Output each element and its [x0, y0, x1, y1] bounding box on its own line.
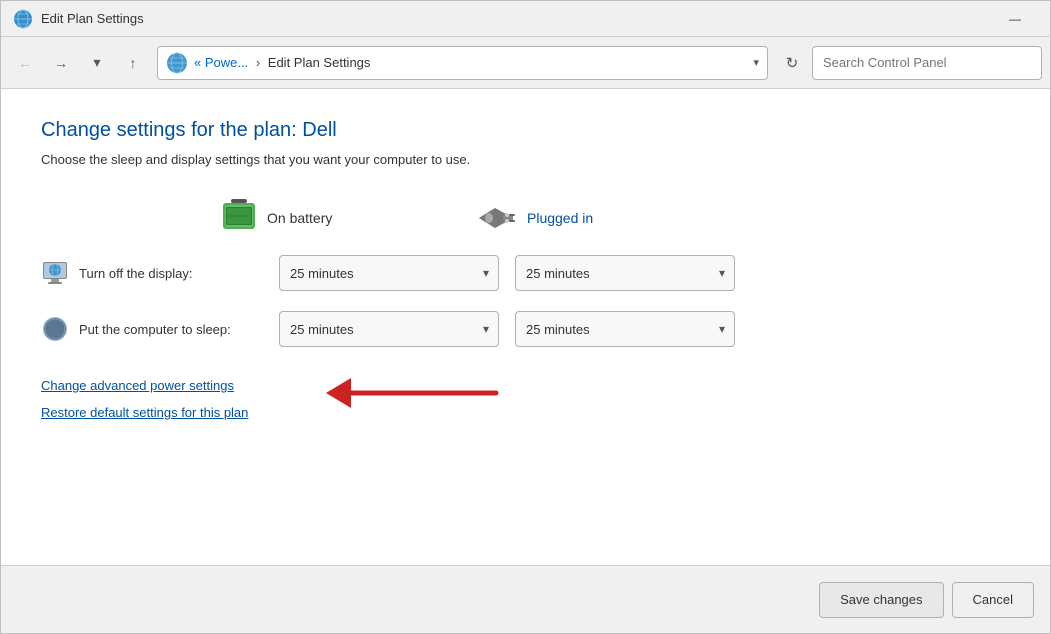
forward-button[interactable]: →	[45, 47, 77, 79]
breadcrumb: « Powe... › Edit Plan Settings	[194, 55, 743, 70]
title-bar: Edit Plan Settings —	[1, 1, 1050, 37]
page-description: Choose the sleep and display settings th…	[41, 152, 1010, 167]
minimize-button[interactable]: —	[992, 3, 1038, 35]
col-header-battery: On battery	[221, 197, 461, 239]
arrow-annotation	[321, 348, 521, 408]
window: Edit Plan Settings — ← → ▾ ↑ «	[0, 0, 1051, 634]
save-button[interactable]: Save changes	[819, 582, 943, 618]
sleep-dropdown-group: 1 minute2 minutes3 minutes5 minutes10 mi…	[279, 311, 735, 347]
restore-link[interactable]: Restore default settings for this plan	[41, 405, 1010, 420]
moon-icon	[41, 315, 69, 343]
sleep-plugged-dropdown-wrapper: 1 minute2 minutes3 minutes5 minutes10 mi…	[515, 311, 735, 347]
address-dropdown-button[interactable]: ▾	[753, 56, 759, 69]
recent-button[interactable]: ▾	[81, 47, 113, 79]
refresh-button[interactable]: ↻	[776, 47, 808, 79]
window-title: Edit Plan Settings	[41, 11, 992, 26]
display-dropdown-group: 1 minute2 minutes3 minutes5 minutes10 mi…	[279, 255, 735, 291]
sleep-row-label: Put the computer to sleep:	[79, 322, 279, 337]
advanced-link-container: Change advanced power settings	[41, 378, 234, 401]
main-content: Change settings for the plan: Dell Choos…	[1, 89, 1050, 565]
page-heading: Change settings for the plan: Dell	[41, 119, 1010, 142]
display-plugged-dropdown-wrapper: 1 minute2 minutes3 minutes5 minutes10 mi…	[515, 255, 735, 291]
sleep-row-icon	[41, 315, 69, 343]
display-row: Turn off the display: 1 minute2 minutes3…	[41, 255, 1010, 291]
breadcrumb-current: Edit Plan Settings	[268, 55, 371, 70]
sleep-battery-dropdown-wrapper: 1 minute2 minutes3 minutes5 minutes10 mi…	[279, 311, 499, 347]
display-row-label: Turn off the display:	[79, 266, 279, 281]
plugged-col-label: Plugged in	[527, 210, 593, 226]
address-icon	[166, 52, 188, 74]
monitor-icon	[41, 259, 69, 287]
up-button[interactable]: ↑	[117, 47, 149, 79]
nav-bar: ← → ▾ ↑ « Powe... › Edit Plan Settings	[1, 37, 1050, 89]
sleep-plugged-dropdown[interactable]: 1 minute2 minutes3 minutes5 minutes10 mi…	[515, 311, 735, 347]
back-button[interactable]: ←	[9, 47, 41, 79]
links-section: Change advanced power settings Restore d…	[41, 377, 1010, 420]
sleep-row: Put the computer to sleep: 1 minute2 min…	[41, 311, 1010, 347]
display-row-icon	[41, 259, 69, 287]
battery-col-label: On battery	[267, 210, 332, 226]
breadcrumb-parent: « Powe...	[194, 55, 248, 70]
search-box[interactable]	[812, 46, 1042, 80]
footer: Save changes Cancel	[1, 565, 1050, 633]
window-icon	[13, 9, 33, 29]
title-bar-controls: —	[992, 3, 1038, 35]
cancel-button[interactable]: Cancel	[952, 582, 1034, 618]
search-input[interactable]	[823, 55, 1031, 70]
advanced-link[interactable]: Change advanced power settings	[41, 378, 234, 393]
display-battery-dropdown[interactable]: 1 minute2 minutes3 minutes5 minutes10 mi…	[279, 255, 499, 291]
col-header-plugged: Plugged in	[477, 197, 717, 239]
plug-icon	[477, 204, 517, 232]
address-bar[interactable]: « Powe... › Edit Plan Settings ▾	[157, 46, 768, 80]
battery-icon	[221, 197, 257, 239]
display-plugged-dropdown[interactable]: 1 minute2 minutes3 minutes5 minutes10 mi…	[515, 255, 735, 291]
column-headers: On battery Plugged in	[41, 197, 1010, 239]
sleep-battery-dropdown[interactable]: 1 minute2 minutes3 minutes5 minutes10 mi…	[279, 311, 499, 347]
display-battery-dropdown-wrapper: 1 minute2 minutes3 minutes5 minutes10 mi…	[279, 255, 499, 291]
